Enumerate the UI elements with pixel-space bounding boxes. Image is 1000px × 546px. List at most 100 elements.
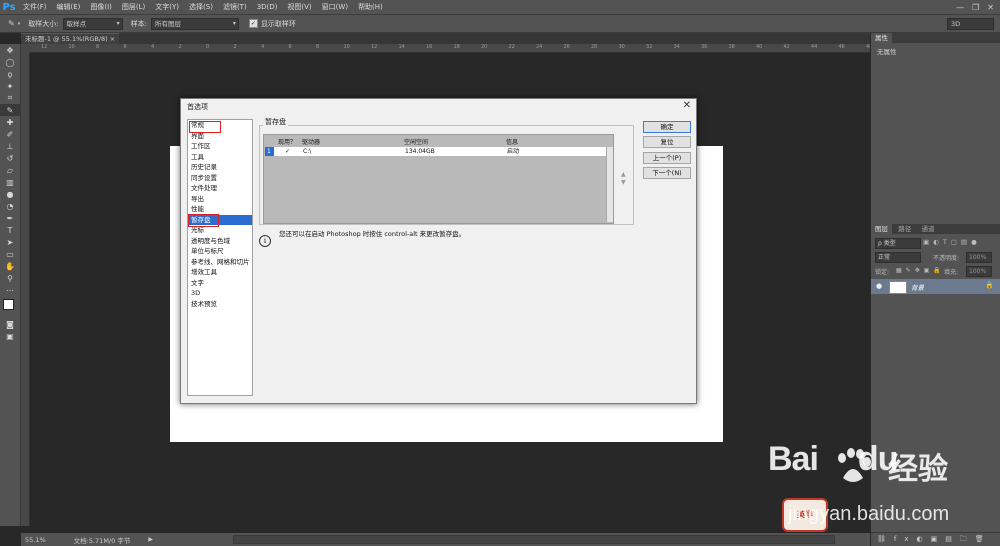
history-brush-tool-icon[interactable]: ↺ (0, 152, 20, 164)
menu-window[interactable]: 窗口(W) (317, 0, 353, 14)
document-size: 文档:5.71M/0 字节 (73, 536, 131, 545)
row-active-checkbox[interactable]: ✓ (285, 147, 290, 156)
tab-channels[interactable]: 通道 (917, 224, 938, 234)
more-tools-icon[interactable]: ⋯ (0, 284, 20, 296)
category-type[interactable]: 文字 (188, 278, 252, 289)
horizontal-scrollbar[interactable] (232, 535, 835, 544)
opacity-input[interactable]: 100% (966, 252, 992, 263)
menu-filter[interactable]: 滤镜(T) (218, 0, 252, 14)
window-controls: — ❐ ✕ (956, 3, 1000, 12)
close-icon[interactable]: ✕ (683, 100, 691, 111)
menu-help[interactable]: 帮助(H) (353, 0, 388, 14)
lasso-tool-icon[interactable]: ϙ (0, 68, 20, 80)
shape-tool-icon[interactable]: ▭ (0, 248, 20, 260)
category-performance[interactable]: 性能 (188, 204, 252, 215)
category-sync-settings[interactable]: 同步设置 (188, 173, 252, 184)
magic-wand-tool-icon[interactable]: ✦ (0, 80, 20, 92)
menu-view[interactable]: 视图(V) (282, 0, 316, 14)
color-swatches[interactable] (0, 296, 20, 318)
blur-tool-icon[interactable]: ● (0, 188, 20, 200)
column-info: 信息 (506, 139, 519, 146)
eyedropper-icon[interactable]: ✎ (8, 19, 15, 28)
category-plugins[interactable]: 增效工具 (188, 267, 252, 278)
menu-select[interactable]: 选择(S) (184, 0, 218, 14)
menu-3d[interactable]: 3D(D) (252, 0, 283, 14)
move-tool-icon[interactable]: ✥ (0, 44, 20, 56)
ruler-tick-label: 40 (756, 44, 763, 50)
ruler-tick-label: 28 (591, 44, 598, 50)
menu-edit[interactable]: 编辑(E) (52, 0, 86, 14)
path-selection-tool-icon[interactable]: ➤ (0, 236, 20, 248)
clone-stamp-tool-icon[interactable]: ⊥ (0, 140, 20, 152)
ruler-tick-label: 12 (371, 44, 378, 50)
category-file-handling[interactable]: 文件处理 (188, 183, 252, 194)
move-down-icon[interactable]: ▼ (621, 179, 626, 186)
category-tools[interactable]: 工具 (188, 152, 252, 163)
lock-icon: 🔒 (985, 281, 994, 289)
menu-image[interactable]: 图像(I) (85, 0, 117, 14)
eye-icon[interactable]: ● (876, 282, 882, 290)
prev-button[interactable]: 上一个(P) (643, 152, 691, 164)
sample-size-label: 取样大小: (28, 19, 59, 28)
zoom-level[interactable]: 55.1% (25, 536, 46, 544)
layers-footer-icons[interactable]: ⛓fx◐▣▤🗀🗑 (871, 532, 1000, 546)
brush-tool-icon[interactable]: ✐ (0, 128, 20, 140)
layer-filter-select[interactable]: ρ 类型 (875, 238, 921, 249)
zoom-tool-icon[interactable]: ⚲ (0, 272, 20, 284)
category-units-rulers[interactable]: 单位与标尺 (188, 246, 252, 257)
crop-tool-icon[interactable]: ⌗ (0, 92, 20, 104)
ok-button[interactable]: 确定 (643, 121, 691, 133)
tab-properties[interactable]: 属性 (871, 33, 892, 43)
column-drive: 驱动器 (302, 139, 321, 146)
sample-select[interactable]: 所有图层 ▾ (150, 17, 239, 30)
reset-button[interactable]: 复位 (643, 136, 691, 148)
category-list[interactable]: 常规 界面 工作区 工具 历史记录 同步设置 文件处理 导出 性能 暂存盘 光标… (187, 119, 253, 396)
layer-name[interactable]: 背景 (911, 282, 924, 292)
eyedropper-tool-icon[interactable]: ✎ (0, 104, 20, 116)
move-up-icon[interactable]: ▲ (621, 171, 626, 178)
layer-filter-icons[interactable]: ▣◐T▢▤● (923, 238, 981, 246)
category-workspace[interactable]: 工作区 (188, 141, 252, 152)
category-history[interactable]: 历史记录 (188, 162, 252, 173)
screen-mode-icon[interactable]: ▣ (0, 330, 20, 342)
healing-brush-tool-icon[interactable]: ✚ (0, 116, 20, 128)
gradient-tool-icon[interactable]: ▥ (0, 176, 20, 188)
category-guides-grid[interactable]: 参考线、网格和切片 (188, 257, 252, 268)
close-icon[interactable]: ✕ (987, 3, 994, 12)
category-3d[interactable]: 3D (188, 288, 252, 299)
chevron-down-icon[interactable]: ▾ (18, 21, 21, 27)
tab-paths[interactable]: 路径 (894, 224, 915, 234)
quick-mask-icon[interactable]: ◙ (0, 318, 20, 330)
minimize-icon[interactable]: — (956, 3, 964, 12)
menu-type[interactable]: 文字(Y) (150, 0, 184, 14)
ruler-tick-label: 34 (673, 44, 680, 50)
dodge-tool-icon[interactable]: ◔ (0, 200, 20, 212)
restore-icon[interactable]: ❐ (972, 3, 979, 12)
category-tech-previews[interactable]: 技术预览 (188, 299, 252, 310)
watermark-url: jingyan.baidu.com (788, 503, 950, 525)
play-icon[interactable]: ▶ (148, 536, 153, 543)
blend-mode-select[interactable]: 正常 (875, 252, 921, 263)
menu-file[interactable]: 文件(F) (18, 0, 52, 14)
next-button[interactable]: 下一个(N) (643, 167, 691, 179)
eraser-tool-icon[interactable]: ▱ (0, 164, 20, 176)
foreground-color-swatch[interactable] (3, 299, 14, 310)
hand-tool-icon[interactable]: ✋ (0, 260, 20, 272)
table-row[interactable]: 1 ✓ C:\ 134.04GB 启动 (265, 147, 608, 156)
table-scrollbar[interactable] (606, 147, 613, 222)
type-tool-icon[interactable]: T (0, 224, 20, 236)
tab-layers[interactable]: 图层 (871, 224, 892, 234)
workspace-select[interactable]: 3D (947, 17, 994, 30)
marquee-tool-icon[interactable]: ◯ (0, 56, 20, 68)
scratch-disk-table[interactable]: 现用？ 驱动器 空闲空间 信息 1 ✓ C:\ 134.04GB 启动 (263, 134, 614, 224)
show-ring-checkbox[interactable]: ✓ (248, 19, 258, 28)
category-transparency[interactable]: 透明度与色域 (188, 236, 252, 247)
ruler-tick-label: 30 (618, 44, 625, 50)
menu-layer[interactable]: 图层(L) (117, 0, 150, 14)
category-export[interactable]: 导出 (188, 194, 252, 205)
layer-row[interactable]: ● 背景 🔒 (871, 279, 1000, 294)
lock-icons[interactable]: ▦✎✥▣🔒 (896, 267, 945, 274)
pen-tool-icon[interactable]: ✒ (0, 212, 20, 224)
sample-size-select[interactable]: 取样点 ▾ (62, 17, 123, 30)
fill-input[interactable]: 100% (966, 266, 992, 277)
